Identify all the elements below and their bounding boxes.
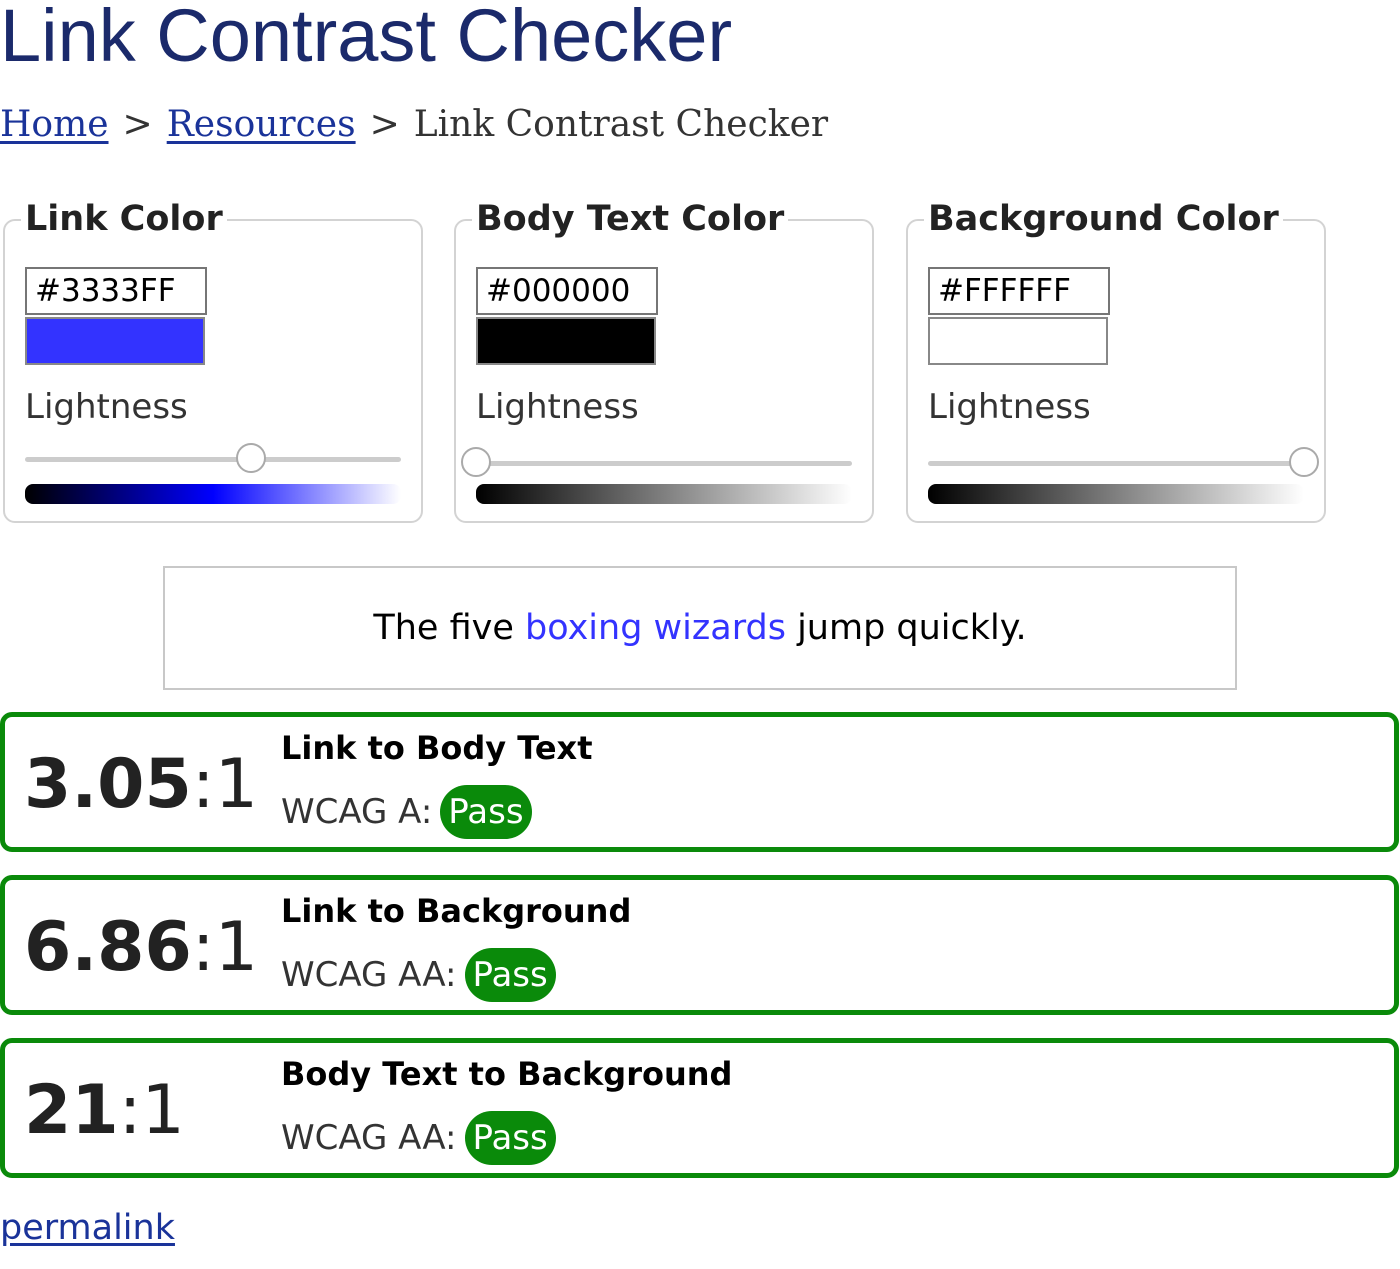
contrast-ratio: 3.05:1 <box>24 745 258 825</box>
permalink-link[interactable]: permalink <box>0 1206 175 1250</box>
body-text-color-lightness-slider[interactable] <box>461 447 852 477</box>
breadcrumb-current: Link Contrast Checker <box>413 104 829 145</box>
wcag-level: WCAG AA: <box>281 955 457 995</box>
breadcrumb-home-link[interactable]: Home <box>0 104 109 145</box>
background-color-hex-input[interactable] <box>928 267 1110 315</box>
result-link-to-body-text: 3.05:1 Link to Body Text WCAG A: Pass <box>0 712 1399 852</box>
link-color-slider-thumb[interactable] <box>235 443 266 473</box>
result-body-text-to-background: 21:1 Body Text to Background WCAG AA: Pas… <box>0 1038 1399 1178</box>
breadcrumb-resources-link[interactable]: Resources <box>167 104 356 145</box>
body-text-color-hex-input[interactable] <box>476 267 658 315</box>
link-color-legend: Link Color <box>21 197 227 241</box>
wcag-result: WCAG A: Pass <box>281 785 532 839</box>
pass-badge: Pass <box>464 1111 556 1165</box>
breadcrumb-separator: > <box>369 104 400 145</box>
body-text-color-lightness-label: Lightness <box>476 387 639 427</box>
body-text-color-legend: Body Text Color <box>472 197 789 241</box>
preview-text-after: jump quickly. <box>785 608 1027 648</box>
ratio-suffix: :1 <box>118 1071 185 1150</box>
preview-link[interactable]: boxing wizards <box>525 608 786 648</box>
background-color-lightness-gradient <box>928 484 1304 504</box>
body-text-color-lightness-gradient <box>476 484 852 504</box>
background-color-slider-thumb[interactable] <box>1289 447 1319 477</box>
link-color-hex-input[interactable] <box>25 267 207 315</box>
contrast-ratio: 21:1 <box>24 1071 185 1151</box>
contrast-ratio: 6.86:1 <box>24 908 258 988</box>
preview-box: The five boxing wizards jump quickly. <box>163 566 1237 690</box>
background-color-swatch[interactable] <box>928 317 1108 365</box>
result-title: Link to Body Text <box>281 729 593 767</box>
background-color-picker: Background Color Lightness <box>906 197 1326 523</box>
page-title: Link Contrast Checker <box>0 0 733 77</box>
ratio-suffix: :1 <box>191 908 258 987</box>
background-color-legend: Background Color <box>924 197 1283 241</box>
link-color-lightness-label: Lightness <box>25 387 188 427</box>
link-color-lightness-slider[interactable] <box>25 443 401 473</box>
background-color-lightness-slider[interactable] <box>928 447 1319 477</box>
ratio-value: 21 <box>24 1071 119 1150</box>
preview-sentence: The five boxing wizards jump quickly. <box>373 608 1026 648</box>
background-color-lightness-label: Lightness <box>928 387 1091 427</box>
body-text-color-swatch[interactable] <box>476 317 656 365</box>
result-title: Body Text to Background <box>281 1055 733 1093</box>
pass-badge: Pass <box>464 948 556 1002</box>
link-color-swatch[interactable] <box>25 317 205 365</box>
body-text-color-picker: Body Text Color Lightness <box>454 197 874 523</box>
link-color-lightness-gradient <box>25 484 401 504</box>
link-color-picker: Link Color Lightness <box>3 197 423 523</box>
wcag-level: WCAG AA: <box>281 1118 457 1158</box>
breadcrumb-separator: > <box>122 104 153 145</box>
ratio-value: 6.86 <box>24 908 192 987</box>
wcag-result: WCAG AA: Pass <box>281 1111 556 1165</box>
preview-text-before: The five <box>373 608 526 648</box>
pass-badge: Pass <box>440 785 532 839</box>
body-text-color-slider-thumb[interactable] <box>461 447 491 477</box>
breadcrumb: Home > Resources > Link Contrast Checker <box>0 102 828 148</box>
result-title: Link to Background <box>281 892 632 930</box>
ratio-suffix: :1 <box>191 745 258 824</box>
wcag-result: WCAG AA: Pass <box>281 948 556 1002</box>
result-link-to-background: 6.86:1 Link to Background WCAG AA: Pass <box>0 875 1399 1015</box>
ratio-value: 3.05 <box>24 745 192 824</box>
wcag-level: WCAG A: <box>281 792 433 832</box>
